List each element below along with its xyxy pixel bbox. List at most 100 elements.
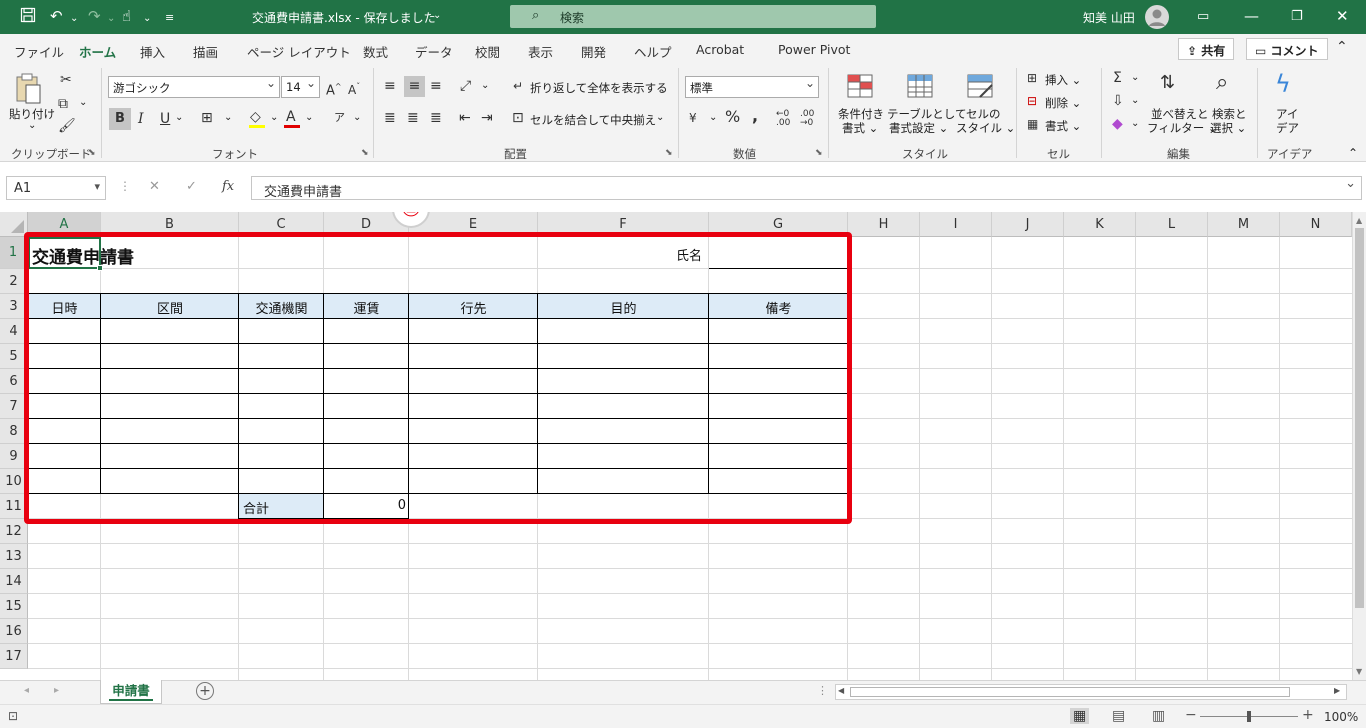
borders-dropdown-icon[interactable]: ⌄ (224, 112, 232, 123)
comment-button[interactable]: ▭ コメント (1246, 38, 1328, 60)
wrap-text-button[interactable]: 折り返して全体を表示する (530, 80, 668, 96)
font-color-icon[interactable]: A (284, 109, 300, 128)
search-box[interactable]: ⌕ 検索 (510, 5, 876, 28)
clear-icon[interactable]: ◆ (1112, 116, 1123, 132)
tab-file[interactable]: ファイル (14, 42, 64, 61)
phonetic-icon[interactable]: ア (334, 110, 345, 126)
decrease-indent-icon[interactable]: ⇤ (459, 110, 471, 126)
accounting-dropdown-icon[interactable]: ⌄ (709, 112, 717, 123)
cancel-icon[interactable]: ✕ (149, 179, 160, 194)
column-header-j[interactable]: J (992, 212, 1064, 237)
delete-cells-icon[interactable]: ⊟ (1027, 93, 1037, 109)
cell-styles-icon[interactable] (966, 73, 994, 102)
tab-acrobat[interactable]: Acrobat (696, 42, 744, 57)
paste-button[interactable] (12, 72, 44, 109)
ideas-icon[interactable]: ϟ (1275, 70, 1291, 98)
copy-icon[interactable]: ⧉ (58, 96, 68, 112)
scroll-right-icon[interactable]: ▶ (1334, 686, 1340, 695)
tab-data[interactable]: データ (415, 42, 453, 61)
tab-help[interactable]: ヘルプ (634, 42, 672, 61)
row-header-17[interactable]: 17 (0, 644, 28, 669)
format-cells-button[interactable]: 書式 ⌄ (1045, 118, 1081, 134)
number-launcher-icon[interactable]: ⬊ (815, 148, 823, 158)
italic-icon[interactable]: I (138, 111, 144, 127)
undo-icon[interactable]: ↶ (50, 7, 63, 25)
redo-icon[interactable]: ↷ (88, 7, 101, 25)
align-left-icon[interactable]: ≣ (384, 110, 396, 126)
cell-styles-label-2[interactable]: スタイル ⌄ (956, 120, 1015, 136)
font-size-combo[interactable]: 14 (281, 76, 320, 98)
orientation-icon[interactable]: ⤢ (460, 78, 471, 94)
row-header-13[interactable]: 13 (0, 544, 28, 569)
scroll-down-icon[interactable]: ▼ (1356, 667, 1362, 676)
horizontal-scroll-thumb[interactable] (850, 687, 1290, 697)
column-header-m[interactable]: M (1208, 212, 1280, 237)
redo-dropdown-icon[interactable]: ⌄ (107, 10, 115, 28)
percent-style-icon[interactable]: % (725, 109, 740, 125)
cut-icon[interactable]: ✂ (60, 72, 72, 88)
paste-dropdown-icon[interactable]: ⌄ (28, 120, 36, 131)
formula-input[interactable]: 交通費申請書 (251, 176, 1362, 200)
copy-dropdown-icon[interactable]: ⌄ (79, 97, 87, 108)
name-box[interactable]: A1 (6, 176, 106, 200)
align-right-icon[interactable]: ≣ (430, 110, 442, 126)
row-header-15[interactable]: 15 (0, 594, 28, 619)
zoom-level[interactable]: 100% (1324, 710, 1358, 724)
font-name-combo[interactable]: 游ゴシック (108, 76, 280, 98)
clipboard-launcher-icon[interactable]: ⬊ (88, 148, 96, 158)
ideas-label-2[interactable]: デア (1276, 120, 1299, 136)
page-break-view-icon[interactable]: ▥ (1152, 708, 1165, 724)
undo-dropdown-icon[interactable]: ⌄ (70, 10, 78, 28)
minimize-icon[interactable]: — (1244, 7, 1259, 25)
close-icon[interactable]: ✕ (1336, 7, 1349, 25)
merge-center-icon[interactable]: ⊡ (512, 110, 524, 126)
merge-center-button[interactable]: セルを結合して中央揃え (530, 112, 656, 128)
conditional-formatting-icon[interactable] (846, 73, 874, 102)
format-as-table-icon[interactable] (906, 73, 934, 102)
conditional-formatting-label-2[interactable]: 書式 ⌄ (842, 120, 878, 136)
zoom-in-icon[interactable]: + (1302, 707, 1314, 723)
bold-icon[interactable]: B (109, 108, 131, 130)
scroll-up-icon[interactable]: ▲ (1356, 216, 1362, 225)
align-bottom-icon[interactable]: ≡ (430, 78, 442, 94)
save-icon[interactable] (20, 7, 36, 27)
align-middle-icon[interactable]: ≡ (404, 76, 425, 97)
delete-cells-button[interactable]: 削除 ⌄ (1045, 95, 1081, 111)
tab-view[interactable]: 表示 (528, 42, 553, 61)
restore-icon[interactable]: ❐ (1291, 8, 1303, 26)
sort-filter-label-2[interactable]: フィルター ⌄ (1147, 120, 1218, 136)
share-button[interactable]: ⇪ 共有 (1178, 38, 1235, 60)
find-select-label-2[interactable]: 選択 ⌄ (1210, 120, 1246, 136)
tab-draw[interactable]: 描画 (193, 42, 218, 61)
autosum-dropdown-icon[interactable]: ⌄ (1131, 72, 1139, 83)
merge-dropdown-icon[interactable]: ⌄ (656, 112, 664, 123)
title-dropdown-icon[interactable]: ⌄ (433, 10, 441, 21)
font-color-dropdown-icon[interactable]: ⌄ (305, 112, 313, 123)
zoom-slider-thumb[interactable] (1247, 711, 1251, 722)
tab-page-layout[interactable]: ページ レイアウト (247, 42, 351, 61)
orientation-dropdown-icon[interactable]: ⌄ (481, 80, 489, 91)
align-top-icon[interactable]: ≡ (384, 78, 396, 94)
decrease-decimal-icon[interactable]: .00 →0 (800, 110, 814, 128)
ribbon-display-options-icon[interactable]: ▭ (1197, 8, 1209, 26)
increase-font-size-icon[interactable]: A^ (326, 79, 342, 99)
increase-decimal-icon[interactable]: ←0.00 (776, 110, 790, 128)
insert-cells-button[interactable]: 挿入 ⌄ (1045, 72, 1081, 88)
row-header-12[interactable]: 12 (0, 519, 28, 544)
user-name[interactable]: 知美 山田 (1083, 9, 1135, 26)
customize-qat-icon[interactable]: ≡ (165, 9, 174, 27)
comma-style-icon[interactable]: , (752, 108, 758, 124)
column-header-n[interactable]: N (1280, 212, 1352, 237)
decrease-font-size-icon[interactable]: Aˇ (348, 79, 360, 98)
fill-color-icon[interactable]: ◇ (249, 109, 265, 128)
avatar[interactable] (1145, 5, 1169, 29)
new-sheet-icon[interactable]: + (196, 682, 214, 700)
column-header-k[interactable]: K (1064, 212, 1136, 237)
vertical-scrollbar[interactable]: ▲ ▼ (1352, 212, 1366, 680)
insert-function-icon[interactable]: fx (222, 179, 234, 194)
touch-dropdown-icon[interactable]: ⌄ (143, 10, 151, 28)
tab-developer[interactable]: 開発 (581, 42, 606, 61)
clear-dropdown-icon[interactable]: ⌄ (1131, 118, 1139, 129)
page-layout-view-icon[interactable]: ▤ (1112, 708, 1125, 724)
fill-color-dropdown-icon[interactable]: ⌄ (270, 112, 278, 123)
